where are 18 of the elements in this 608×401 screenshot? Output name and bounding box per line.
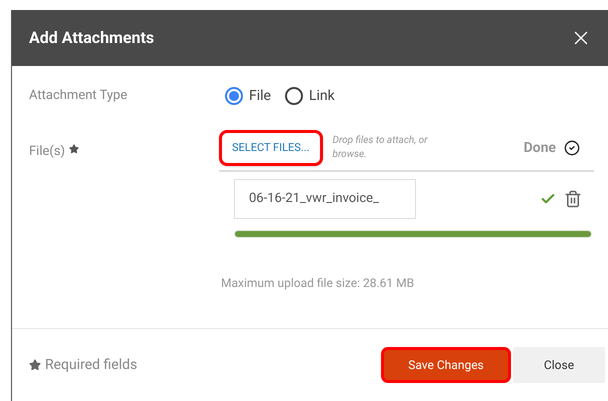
radio-option[interactable]: Link [284,86,335,106]
trash-icon[interactable] [564,190,582,208]
done-icon [564,140,580,156]
select-files-button[interactable]: SELECT FILES... [219,130,323,166]
drop-hint: Drop files to attach, or browse. [332,134,429,162]
save-button[interactable]: Save Changes [381,347,511,383]
radio-button[interactable] [284,87,303,105]
field-label: Attachment Type [29,87,128,106]
field-label: File(s) [29,143,66,161]
dialog-title: Add Attachments [29,27,154,49]
required-icon [29,359,41,371]
required-note: Required fields [45,356,138,374]
status-label: Done [524,138,556,158]
close-button[interactable]: Close [513,347,605,383]
radio-button[interactable] [225,87,243,105]
max-size-note: Maximum upload file size: 28.61 MB [221,276,414,290]
radio-option[interactable]: File [225,86,271,106]
file-name-field: 06-16-21_vwr_invoice_ [234,179,416,219]
